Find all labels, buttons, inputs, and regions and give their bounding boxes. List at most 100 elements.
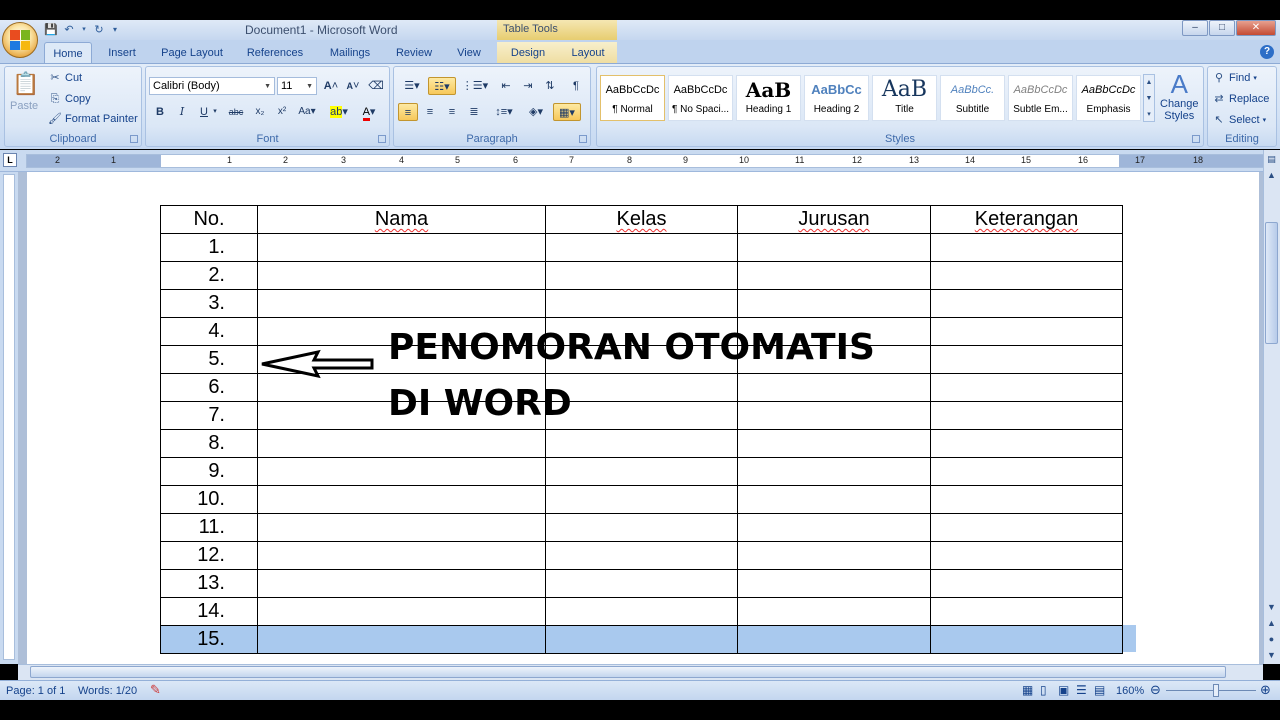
table-cell[interactable]	[545, 541, 738, 570]
table-cell[interactable]	[930, 373, 1123, 402]
increase-indent-icon[interactable]: ⇥	[518, 77, 538, 95]
table-cell[interactable]	[737, 289, 931, 318]
row-number-cell[interactable]: 15.	[160, 625, 258, 654]
zoom-in-icon[interactable]: ⊕	[1260, 682, 1271, 698]
shading-icon[interactable]: ◈▾	[522, 103, 550, 121]
zoom-slider-track[interactable]	[1166, 690, 1256, 691]
decrease-indent-icon[interactable]: ⇤	[496, 77, 516, 95]
borders-icon[interactable]: ▦▾	[553, 103, 581, 121]
tab-design[interactable]: Design	[497, 42, 559, 64]
align-right-icon[interactable]: ≡	[442, 103, 462, 121]
maximize-button[interactable]: □	[1209, 20, 1235, 36]
table-cell[interactable]	[257, 625, 546, 654]
style-heading-2[interactable]: AaBbCc Heading 2	[804, 75, 869, 121]
underline-dropdown-icon[interactable]: ▾	[210, 103, 220, 121]
font-launcher-icon[interactable]	[378, 135, 386, 143]
styles-scroll[interactable]: ▲ ▼ ▾	[1143, 74, 1155, 122]
tab-insert[interactable]: Insert	[100, 42, 144, 64]
shrink-font-icon[interactable]: A˅	[343, 77, 363, 95]
tab-references[interactable]: References	[242, 42, 308, 64]
styles-launcher-icon[interactable]	[1192, 135, 1200, 143]
strikethrough-icon[interactable]: abc	[226, 103, 246, 121]
horizontal-ruler[interactable]: 2 1 1 2 3 4 5 6 7 8 9 10 11 12 13 14 15 …	[26, 154, 1266, 168]
browse-object-icon[interactable]: ●	[1264, 632, 1279, 647]
font-name-select[interactable]: Calibri (Body) ▼	[149, 77, 275, 95]
clipboard-launcher-icon[interactable]	[130, 135, 138, 143]
tab-mailings[interactable]: Mailings	[322, 42, 378, 64]
table-cell[interactable]	[737, 457, 931, 486]
tab-review[interactable]: Review	[390, 42, 438, 64]
table-cell[interactable]	[737, 485, 931, 514]
paste-button[interactable]: 📋 Paste	[10, 70, 39, 112]
row-number-cell[interactable]: 14.	[160, 597, 258, 626]
change-case-icon[interactable]: Aa▾	[294, 103, 320, 121]
save-icon[interactable]: 💾	[44, 23, 58, 37]
row-number-cell[interactable]: 9.	[160, 457, 258, 486]
table-cell[interactable]	[930, 597, 1123, 626]
close-button[interactable]: ✕	[1236, 20, 1276, 36]
table-cell[interactable]	[737, 261, 931, 290]
table-cell[interactable]	[545, 233, 738, 262]
dropdown-icon[interactable]: ▾	[80, 23, 88, 37]
multilevel-list-icon[interactable]: ⋮☰▾	[460, 77, 490, 95]
row-number-cell[interactable]: 3.	[160, 289, 258, 318]
scroll-up-icon[interactable]: ▲	[1264, 168, 1279, 183]
table-cell[interactable]	[930, 401, 1123, 430]
format-painter-button[interactable]: 🖌 Format Painter	[48, 112, 138, 126]
table-cell[interactable]	[257, 429, 546, 458]
zoom-level[interactable]: 160%	[1116, 685, 1144, 697]
header-jurusan[interactable]: Jurusan	[737, 205, 931, 234]
style-subtle-emphasis[interactable]: AaBbCcDc Subtle Em...	[1008, 75, 1073, 121]
table-cell[interactable]	[737, 513, 931, 542]
minimize-button[interactable]: –	[1182, 20, 1208, 36]
table-cell[interactable]	[930, 457, 1123, 486]
row-number-cell[interactable]: 10.	[160, 485, 258, 514]
outline-icon[interactable]: ☰	[1076, 683, 1087, 697]
table-cell[interactable]	[545, 569, 738, 598]
align-center-icon[interactable]: ≡	[420, 103, 440, 121]
style-title[interactable]: AaB Title	[872, 75, 937, 121]
table-cell[interactable]	[930, 233, 1123, 262]
row-number-cell[interactable]: 1.	[160, 233, 258, 262]
tab-home[interactable]: Home	[44, 42, 92, 64]
find-button[interactable]: ⚲ Find ▾	[1212, 71, 1257, 85]
table-cell[interactable]	[545, 597, 738, 626]
table-cell[interactable]	[737, 569, 931, 598]
line-spacing-icon[interactable]: ↕≡▾	[490, 103, 518, 121]
table-cell[interactable]	[257, 541, 546, 570]
table-cell[interactable]	[930, 569, 1123, 598]
table-cell[interactable]	[257, 233, 546, 262]
page-count[interactable]: Page: 1 of 1	[6, 685, 65, 697]
italic-icon[interactable]: I	[172, 103, 192, 121]
bold-icon[interactable]: B	[150, 103, 170, 121]
ruler-toggle-icon[interactable]: ▤	[1264, 152, 1279, 167]
customize-qat-icon[interactable]: ▾	[110, 23, 120, 37]
table-cell[interactable]	[737, 625, 931, 654]
word-count[interactable]: Words: 1/20	[78, 685, 137, 697]
tab-view[interactable]: View	[450, 42, 488, 64]
table-cell[interactable]	[545, 261, 738, 290]
row-number-cell[interactable]: 5.	[160, 345, 258, 374]
row-number-cell[interactable]: 13.	[160, 569, 258, 598]
table-cell[interactable]	[545, 289, 738, 318]
table-cell[interactable]	[737, 597, 931, 626]
tab-page-layout[interactable]: Page Layout	[156, 42, 228, 64]
cut-button[interactable]: ✂ Cut	[48, 71, 82, 85]
draft-icon[interactable]: ▤	[1094, 683, 1105, 697]
sort-icon[interactable]: ⇅	[540, 77, 560, 95]
table-cell[interactable]	[257, 597, 546, 626]
clear-formatting-icon[interactable]: ⌫	[366, 77, 386, 95]
table-cell[interactable]	[737, 541, 931, 570]
table-cell[interactable]	[257, 485, 546, 514]
table-cell[interactable]	[545, 625, 738, 654]
table-cell[interactable]	[930, 513, 1123, 542]
office-button[interactable]	[2, 22, 38, 58]
table-cell[interactable]	[545, 429, 738, 458]
grow-font-icon[interactable]: A˄	[321, 77, 341, 95]
numbering-icon[interactable]: ☷▾	[428, 77, 456, 95]
table-cell[interactable]	[257, 261, 546, 290]
select-button[interactable]: ↖ Select ▾	[1212, 113, 1266, 127]
table-cell[interactable]	[930, 429, 1123, 458]
zoom-slider-thumb[interactable]	[1213, 684, 1219, 697]
style-no-spacing[interactable]: AaBbCcDc ¶ No Spaci...	[668, 75, 733, 121]
